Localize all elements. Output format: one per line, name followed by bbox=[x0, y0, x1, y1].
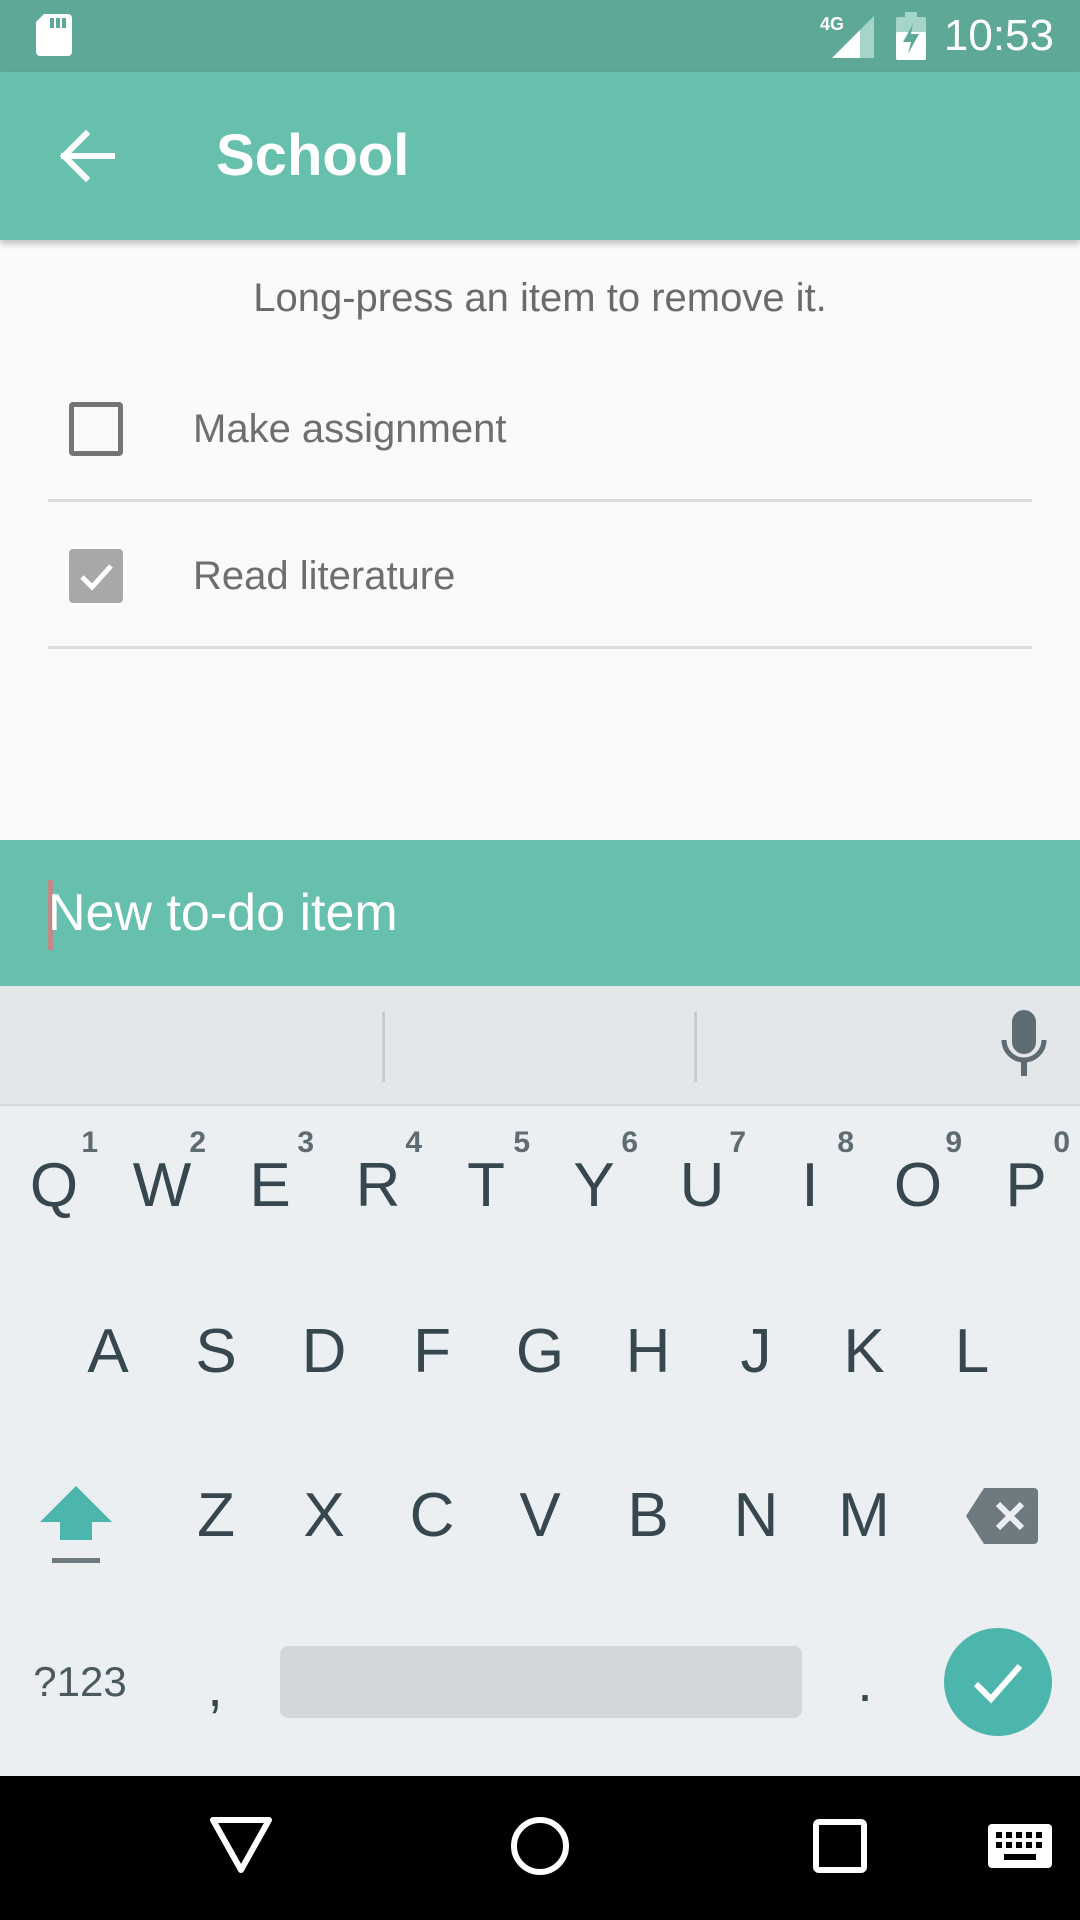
new-todo-input[interactable] bbox=[48, 876, 1028, 950]
done-key[interactable] bbox=[944, 1628, 1052, 1736]
back-triangle-icon[interactable] bbox=[208, 1814, 274, 1876]
key-e[interactable]: E3 bbox=[216, 1106, 324, 1266]
key-t[interactable]: T5 bbox=[432, 1106, 540, 1266]
key-k[interactable]: K bbox=[810, 1272, 918, 1432]
key-o[interactable]: O9 bbox=[864, 1106, 972, 1266]
microphone-icon[interactable] bbox=[996, 1004, 1052, 1088]
key-z[interactable]: Z bbox=[162, 1436, 270, 1596]
back-arrow-icon[interactable] bbox=[52, 122, 120, 190]
key-f[interactable]: F bbox=[378, 1272, 486, 1432]
comma-key[interactable]: , bbox=[170, 1612, 260, 1752]
todo-item[interactable]: Read literature bbox=[48, 503, 1032, 649]
shift-arrow-icon bbox=[40, 1486, 112, 1563]
symbols-key[interactable]: ?123 bbox=[0, 1612, 160, 1752]
key-y[interactable]: Y6 bbox=[540, 1106, 648, 1266]
backspace-key[interactable] bbox=[964, 1486, 1040, 1551]
period-key[interactable]: . bbox=[820, 1612, 910, 1752]
sd-card-icon bbox=[36, 14, 72, 56]
key-l[interactable]: L bbox=[918, 1272, 1026, 1432]
todo-item[interactable]: Make assignment bbox=[48, 356, 1032, 502]
page-title: School bbox=[216, 123, 410, 188]
key-g[interactable]: G bbox=[486, 1272, 594, 1432]
check-icon bbox=[973, 1664, 1023, 1704]
network-type: 4G bbox=[820, 14, 844, 34]
keyboard-switch-icon[interactable] bbox=[988, 1824, 1052, 1868]
navigation-bar bbox=[0, 1776, 1080, 1920]
key-w[interactable]: W2 bbox=[108, 1106, 216, 1266]
home-circle-icon[interactable] bbox=[510, 1816, 570, 1876]
key-b[interactable]: B bbox=[594, 1436, 702, 1596]
space-key[interactable] bbox=[280, 1646, 802, 1718]
key-v[interactable]: V bbox=[486, 1436, 594, 1596]
checkbox-checked[interactable] bbox=[69, 549, 123, 603]
suggestion-divider bbox=[382, 1012, 385, 1082]
suggestion-divider bbox=[694, 1012, 697, 1082]
todo-label: Make assignment bbox=[193, 407, 507, 451]
key-a[interactable]: A bbox=[54, 1272, 162, 1432]
status-bar: 4G 10:53 bbox=[0, 0, 1080, 72]
shift-key[interactable] bbox=[28, 1476, 124, 1577]
key-r[interactable]: R4 bbox=[324, 1106, 432, 1266]
key-x[interactable]: X bbox=[270, 1436, 378, 1596]
key-p[interactable]: P0 bbox=[972, 1106, 1080, 1266]
recents-square-icon[interactable] bbox=[812, 1818, 868, 1874]
key-j[interactable]: J bbox=[702, 1272, 810, 1432]
key-d[interactable]: D bbox=[270, 1272, 378, 1432]
key-h[interactable]: H bbox=[594, 1272, 702, 1432]
new-item-bar bbox=[0, 840, 1080, 986]
key-c[interactable]: C bbox=[378, 1436, 486, 1596]
cell-signal-icon: 4G bbox=[820, 14, 874, 58]
battery-charging-icon bbox=[896, 12, 926, 60]
suggestion-strip bbox=[0, 986, 1080, 1106]
check-icon bbox=[80, 564, 113, 591]
key-q[interactable]: Q1 bbox=[0, 1106, 108, 1266]
key-n[interactable]: N bbox=[702, 1436, 810, 1596]
status-time: 10:53 bbox=[943, 11, 1054, 60]
key-s[interactable]: S bbox=[162, 1272, 270, 1432]
key-m[interactable]: M bbox=[810, 1436, 918, 1596]
key-i[interactable]: I8 bbox=[756, 1106, 864, 1266]
app-bar: School bbox=[0, 72, 1080, 240]
checkbox-unchecked[interactable] bbox=[69, 402, 123, 456]
key-u[interactable]: U7 bbox=[648, 1106, 756, 1266]
backspace-icon bbox=[966, 1488, 1038, 1544]
instruction-hint: Long-press an item to remove it. bbox=[253, 276, 827, 320]
todo-label: Read literature bbox=[193, 554, 456, 598]
